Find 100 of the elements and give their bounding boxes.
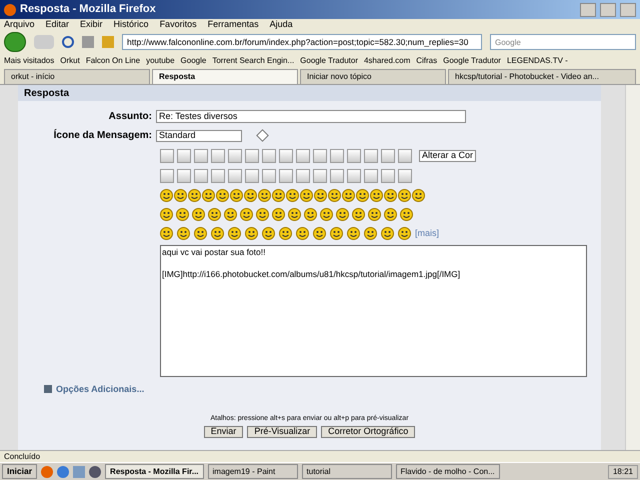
format-tool-icon[interactable] — [160, 149, 174, 163]
smiley-icon — [240, 208, 253, 221]
format-tool-icon[interactable] — [313, 149, 327, 163]
smiley-icon — [381, 227, 394, 240]
taskbar-item[interactable]: Flavido - de molho - Con... — [396, 464, 500, 479]
smiley-icon — [244, 189, 257, 202]
format-tool-icon[interactable] — [279, 149, 293, 163]
smiley-icon — [398, 189, 411, 202]
smiley-icon — [370, 189, 383, 202]
bookmark-link[interactable]: Google Tradutor — [300, 54, 358, 66]
bookmark-link[interactable]: Cifras — [416, 54, 438, 66]
format-tool-icon[interactable] — [160, 169, 174, 183]
smiley-icon — [398, 227, 411, 240]
bookmark-link[interactable]: Google — [180, 54, 206, 66]
field-label: Assunto: — [108, 110, 153, 124]
format-tool-icon[interactable] — [364, 169, 378, 183]
bookmark-link[interactable]: LEGENDAS.TV - — [506, 54, 568, 66]
address-field[interactable]: http://www.falcononline.com.br/forum/index.php?action=post;topic=582.30;num_replies=30 — [122, 34, 482, 50]
menu-item[interactable]: Ferramentas — [208, 18, 259, 32]
smiley-icon — [304, 208, 317, 221]
back-button[interactable] — [4, 32, 26, 52]
taskbar-item[interactable]: tutorial — [302, 464, 392, 479]
browser-tab[interactable]: Resposta — [152, 69, 298, 84]
icon-dropdown[interactable]: Standard — [156, 130, 242, 142]
bookmark-link[interactable]: Torrent Search Engin... — [212, 54, 294, 66]
format-tool-icon[interactable] — [381, 149, 395, 163]
smiley-icon — [211, 227, 224, 240]
format-tool-icon[interactable] — [398, 149, 412, 163]
format-tool-icon[interactable] — [228, 149, 242, 163]
browser-tab[interactable]: hkcsp/tutorial - Photobucket - Video an... — [448, 69, 636, 84]
form-button[interactable]: Enviar — [204, 426, 244, 438]
message-field[interactable]: aqui vc vai postar sua foto!! [IMG]http://i166.photobucket.com/albums/u81/hkcsp/tutorial/imagem1.jpg[/IMG] — [160, 244, 587, 376]
form-button[interactable]: Corretor Ortográfico — [321, 426, 416, 438]
format-tool-icon[interactable] — [262, 169, 276, 183]
smiley-icon — [356, 189, 369, 202]
clock: 18:21 — [608, 464, 638, 478]
form-button[interactable]: Pré-Visualizar — [247, 426, 318, 438]
format-tool-icon[interactable] — [347, 169, 361, 183]
close-button[interactable] — [620, 2, 636, 16]
status-text: Concluído — [4, 450, 40, 462]
format-tool-icon[interactable] — [194, 169, 208, 183]
bookmark-link[interactable]: youtube — [146, 54, 175, 66]
search-field[interactable]: Google — [490, 34, 636, 50]
taskbar-item[interactable]: imagem19 - Paint — [208, 464, 298, 479]
start-button[interactable]: Iniciar — [2, 464, 38, 479]
format-tool-icon[interactable] — [262, 149, 276, 163]
smiley-icon — [208, 208, 221, 221]
smiley-icon — [400, 208, 413, 221]
format-tool-icon[interactable] — [211, 169, 225, 183]
smiley-icon — [342, 189, 355, 202]
format-tool-icon[interactable] — [313, 169, 327, 183]
subject-field[interactable]: Re: Testes diversos — [156, 110, 466, 123]
format-tool-icon[interactable] — [347, 149, 361, 163]
format-tool-icon[interactable] — [381, 169, 395, 183]
smiley-icon — [160, 227, 173, 240]
smiley-icon — [258, 189, 271, 202]
menu-item[interactable]: Arquivo — [4, 18, 35, 32]
smiley-icon — [245, 227, 258, 240]
format-tool-icon[interactable] — [279, 169, 293, 183]
format-tool-icon[interactable] — [245, 149, 259, 163]
color-dropdown[interactable]: Alterar a Cor — [419, 150, 476, 162]
scrollbar[interactable] — [625, 85, 640, 450]
format-tool-icon[interactable] — [177, 149, 191, 163]
format-tool-icon[interactable] — [296, 169, 310, 183]
format-tool-icon[interactable] — [330, 169, 344, 183]
menu-item[interactable]: Editar — [46, 18, 70, 32]
bookmark-link[interactable]: Orkut — [60, 54, 80, 66]
bookmark-link[interactable]: Falcon On Line — [86, 54, 140, 66]
format-tool-icon[interactable] — [228, 169, 242, 183]
format-tool-icon[interactable] — [398, 169, 412, 183]
minimize-button[interactable] — [580, 2, 596, 16]
field-label: Ícone da Mensagem: — [52, 128, 153, 143]
format-tool-icon[interactable] — [177, 169, 191, 183]
smiley-icon — [286, 189, 299, 202]
smiley-icon — [202, 189, 215, 202]
format-tool-icon[interactable] — [194, 149, 208, 163]
smiley-icon — [188, 189, 201, 202]
smiley-icon — [328, 189, 341, 202]
menu-item[interactable]: Histórico — [114, 18, 149, 32]
smiley-icon — [224, 208, 237, 221]
additional-options-link[interactable]: Opções Adicionais... — [56, 382, 144, 396]
menu-item[interactable]: Exibir — [80, 18, 103, 32]
format-tool-icon[interactable] — [330, 149, 344, 163]
format-tool-icon[interactable] — [211, 149, 225, 163]
browser-tab[interactable]: Iniciar novo tópico — [300, 69, 446, 84]
bookmark-link[interactable]: 4shared.com — [364, 54, 410, 66]
maximize-button[interactable] — [600, 2, 616, 16]
taskbar-item[interactable]: Resposta - Mozilla Fir... — [105, 464, 204, 479]
format-tool-icon[interactable] — [364, 149, 378, 163]
menu-item[interactable]: Favoritos — [160, 18, 197, 32]
smiley-icon — [368, 208, 381, 221]
bookmark-link[interactable]: Google Tradutor — [443, 54, 501, 66]
bookmark-link[interactable]: Mais visitados — [4, 54, 54, 66]
format-tool-icon[interactable] — [245, 169, 259, 183]
smiley-icon — [230, 189, 243, 202]
menu-item[interactable]: Ajuda — [270, 18, 293, 32]
format-tool-icon[interactable] — [296, 149, 310, 163]
browser-tab[interactable]: orkut - início — [4, 69, 150, 84]
smiley-icon — [347, 227, 360, 240]
smiley-icon — [288, 208, 301, 221]
